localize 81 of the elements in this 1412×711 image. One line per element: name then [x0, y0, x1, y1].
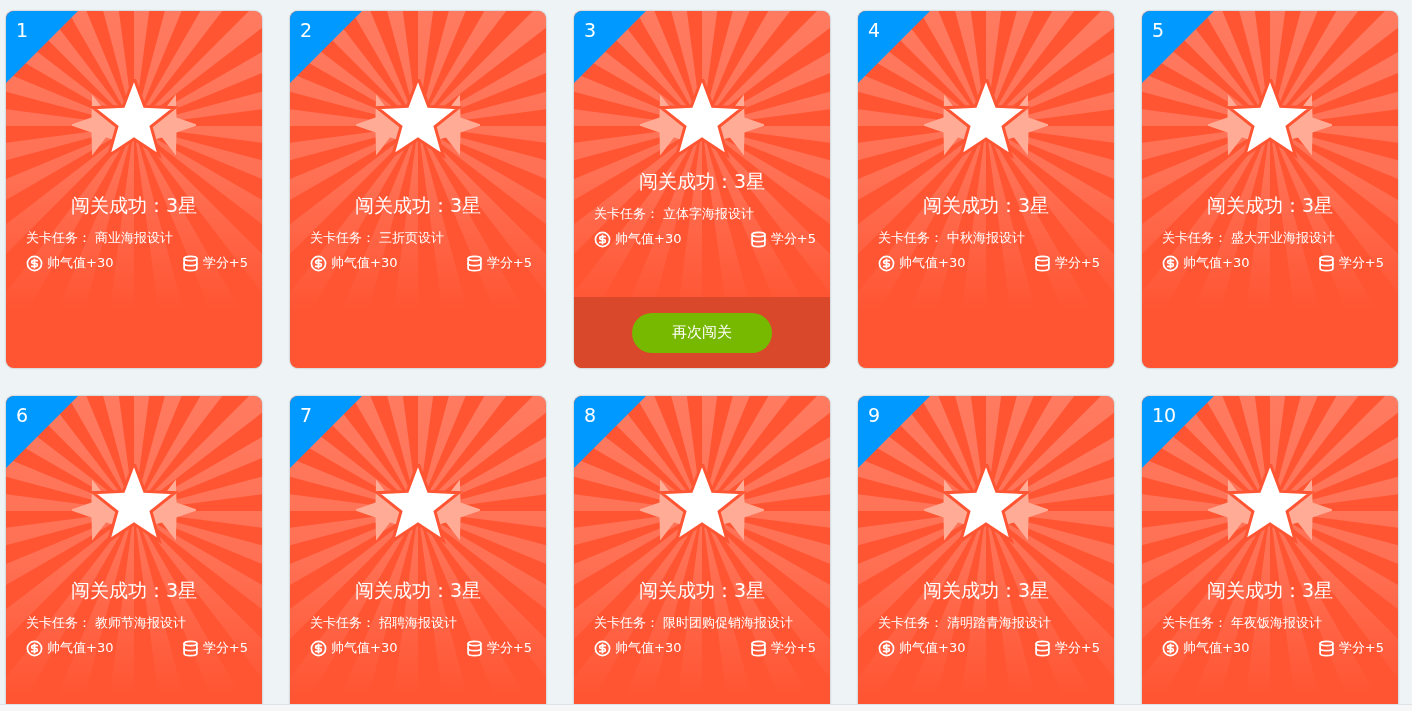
level-card[interactable]: 2 闯关成功：3星 关卡任务： 三折页设计 帅气值+30 学分+5 [290, 11, 546, 368]
credit-reward: 学分+5 [1338, 254, 1384, 272]
retry-button[interactable]: 再次闯关 [632, 312, 772, 353]
charm-reward: 帅气值+30 [47, 639, 114, 657]
result-title: 闯关成功：3星 [1205, 193, 1335, 218]
level-number: 7 [300, 404, 313, 426]
result-title: 闯关成功：3星 [921, 193, 1051, 218]
result-title: 闯关成功：3星 [637, 578, 767, 603]
credit-reward: 学分+5 [1338, 639, 1384, 657]
task-text: 关卡任务： 年夜饭海报设计 [1162, 615, 1323, 631]
coin-stack-icon [749, 230, 767, 248]
level-number: 6 [16, 404, 29, 426]
coin-stack-icon [181, 254, 199, 272]
level-card[interactable]: 3 闯关成功：3星 关卡任务： 立体字海报设计 帅气值+30 学分+5 再次闯关 [574, 11, 830, 368]
coin-stack-icon [465, 639, 483, 657]
charm-reward: 帅气值+30 [899, 639, 966, 657]
charm-reward: 帅气值+30 [615, 639, 682, 657]
result-title: 闯关成功：3星 [69, 578, 199, 603]
charm-reward: 帅气值+30 [47, 254, 114, 272]
level-card[interactable]: 10 闯关成功：3星 关卡任务： 年夜饭海报设计 帅气值+30 学分+5 [1142, 396, 1398, 704]
dollar-coin-icon [1162, 254, 1179, 272]
coin-stack-icon [1317, 254, 1335, 272]
level-number: 10 [1152, 404, 1177, 426]
charm-reward: 帅气值+30 [331, 639, 398, 657]
dollar-coin-icon [878, 254, 895, 272]
dollar-coin-icon [26, 254, 43, 272]
task-text: 关卡任务： 立体字海报设计 [594, 206, 755, 222]
dollar-coin-icon [594, 230, 611, 248]
result-title: 闯关成功：3星 [921, 578, 1051, 603]
task-text: 关卡任务： 三折页设计 [310, 230, 445, 246]
task-text: 关卡任务： 招聘海报设计 [310, 615, 458, 631]
charm-reward: 帅气值+30 [331, 254, 398, 272]
result-title: 闯关成功：3星 [353, 578, 483, 603]
task-text: 关卡任务： 清明踏青海报设计 [878, 615, 1052, 631]
credit-reward: 学分+5 [1054, 639, 1100, 657]
charm-reward: 帅气值+30 [1183, 254, 1250, 272]
credit-reward: 学分+5 [1054, 254, 1100, 272]
level-card[interactable]: 8 闯关成功：3星 关卡任务： 限时团购促销海报设计 帅气值+30 学分+5 [574, 396, 830, 704]
task-text: 关卡任务： 商业海报设计 [26, 230, 174, 246]
coin-stack-icon [465, 254, 483, 272]
result-title: 闯关成功：3星 [353, 193, 483, 218]
level-card[interactable]: 6 闯关成功：3星 关卡任务： 教师节海报设计 帅气值+30 学分+5 [6, 396, 262, 704]
level-card[interactable]: 5 闯关成功：3星 关卡任务： 盛大开业海报设计 帅气值+30 学分+5 [1142, 11, 1398, 368]
dollar-coin-icon [1162, 639, 1179, 657]
result-title: 闯关成功：3星 [1205, 578, 1335, 603]
coin-stack-icon [181, 639, 199, 657]
charm-reward: 帅气值+30 [615, 230, 682, 248]
result-title: 闯关成功：3星 [637, 169, 767, 194]
task-text: 关卡任务： 盛大开业海报设计 [1162, 230, 1336, 246]
credit-reward: 学分+5 [202, 639, 248, 657]
coin-stack-icon [1317, 639, 1335, 657]
credit-reward: 学分+5 [770, 639, 816, 657]
level-card[interactable]: 4 闯关成功：3星 关卡任务： 中秋海报设计 帅气值+30 学分+5 [858, 11, 1114, 368]
level-number: 5 [1152, 19, 1165, 41]
credit-reward: 学分+5 [202, 254, 248, 272]
result-title: 闯关成功：3星 [69, 193, 199, 218]
level-number: 8 [584, 404, 597, 426]
credit-reward: 学分+5 [486, 639, 532, 657]
charm-reward: 帅气值+30 [899, 254, 966, 272]
dollar-coin-icon [26, 639, 43, 657]
dollar-coin-icon [878, 639, 895, 657]
level-number: 3 [584, 19, 597, 41]
dollar-coin-icon [594, 639, 611, 657]
level-number: 1 [16, 19, 29, 41]
coin-stack-icon [1033, 639, 1051, 657]
level-number: 4 [868, 19, 881, 41]
level-card[interactable]: 9 闯关成功：3星 关卡任务： 清明踏青海报设计 帅气值+30 学分+5 [858, 396, 1114, 704]
coin-stack-icon [1033, 254, 1051, 272]
level-card[interactable]: 1 闯关成功：3星 关卡任务： 商业海报设计 帅气值+30 学分+5 [6, 11, 262, 368]
dollar-coin-icon [310, 639, 327, 657]
credit-reward: 学分+5 [486, 254, 532, 272]
level-number: 9 [868, 404, 881, 426]
task-text: 关卡任务： 教师节海报设计 [26, 615, 187, 631]
coin-stack-icon [749, 639, 767, 657]
charm-reward: 帅气值+30 [1183, 639, 1250, 657]
level-number: 2 [300, 19, 313, 41]
task-text: 关卡任务： 中秋海报设计 [878, 230, 1026, 246]
task-text: 关卡任务： 限时团购促销海报设计 [594, 615, 794, 631]
dollar-coin-icon [310, 254, 327, 272]
credit-reward: 学分+5 [770, 230, 816, 248]
level-card[interactable]: 7 闯关成功：3星 关卡任务： 招聘海报设计 帅气值+30 学分+5 [290, 396, 546, 704]
